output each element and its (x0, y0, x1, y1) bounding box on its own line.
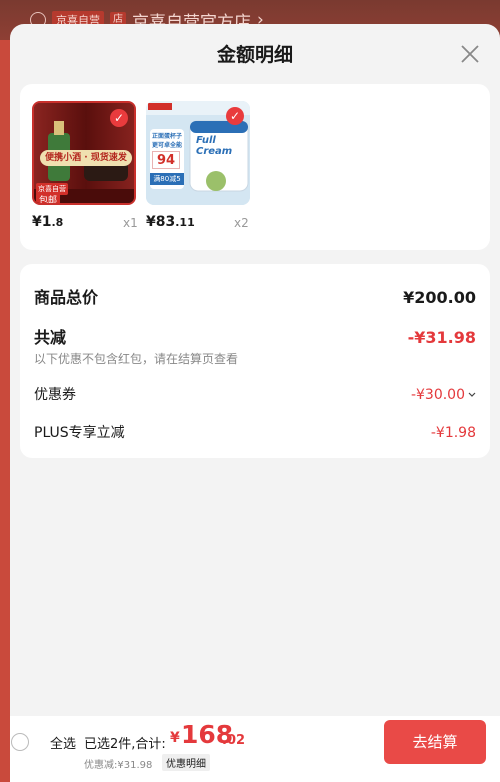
plus-row: PLUS专享立减 -¥1.98 (34, 422, 476, 442)
checkout-button[interactable]: 去结算 (384, 720, 486, 764)
brand-text: Full Cream (196, 135, 233, 157)
product-thumbnail[interactable]: 便携小酒 · 现货速发 京喜自营 包邮 ✓ (32, 101, 136, 205)
select-all-label[interactable]: 全选 (50, 733, 76, 752)
reduce-row: 共减 -¥31.98 (34, 324, 476, 348)
checked-icon[interactable]: ✓ (110, 109, 128, 127)
coupon-label: 优惠券 (34, 387, 76, 403)
promo-banner: 便携小酒 · 现货速发 (40, 150, 132, 166)
amount-detail-sheet: 金额明细 便携小酒 · 现货速发 京喜自营 包邮 ✓ ¥1.8 x1 正面蛋杯子… (10, 24, 500, 782)
discount-text: 优惠减:¥31.98 (84, 760, 153, 771)
chevron-down-icon (468, 392, 476, 397)
plus-label: PLUS专享立减 (34, 425, 125, 441)
product-quantity: x1 (123, 216, 138, 230)
summary-card: 商品总价 ¥200.00 共减 -¥31.98 以下优惠不包含红包，请在结算页查… (20, 264, 490, 458)
product-price: ¥83.11 (146, 214, 195, 230)
total-decimal: .02 (222, 733, 246, 748)
total-currency: ¥ (170, 730, 180, 746)
promo-caption: 正面蛋杯子 更可卓全能 (151, 133, 182, 149)
product-thumbnail[interactable]: 正面蛋杯子 更可卓全能 94 满80减5 Full Cream ✓ (146, 101, 250, 205)
coupon-value-group: -¥30.00 (411, 387, 476, 403)
select-all-radio[interactable] (11, 733, 29, 751)
coupon-value: -¥30.00 (410, 387, 465, 403)
products-card: 便携小酒 · 现货速发 京喜自营 包邮 ✓ ¥1.8 x1 正面蛋杯子 更可卓全能… (20, 84, 490, 250)
selected-info: 已选2件,合计: (84, 737, 166, 752)
product-quantity: x2 (234, 216, 249, 230)
sheet-title: 金额明细 (216, 44, 293, 66)
promo-number: 94 (152, 151, 180, 169)
checkout-bar: 全选 已选2件,合计: ¥ 168 .02 优惠减:¥31.98 优惠明细 去结… (10, 716, 500, 782)
total-value: ¥200.00 (403, 288, 476, 307)
reduce-note: 以下优惠不包含红包，请在结算页查看 (34, 352, 239, 366)
total-row: 商品总价 ¥200.00 (34, 284, 476, 308)
product-price: ¥1.8 (32, 214, 64, 230)
checked-icon[interactable]: ✓ (226, 107, 244, 125)
reduce-value: -¥31.98 (407, 328, 476, 347)
total-label: 商品总价 (34, 288, 99, 307)
reduce-label: 共减 (34, 328, 67, 347)
promo-badge: 满80减5 (150, 173, 184, 185)
detail-toggle[interactable]: 优惠明细 (162, 754, 210, 771)
plus-value: -¥1.98 (430, 425, 476, 441)
close-icon[interactable] (458, 42, 482, 66)
free-shipping-tag: 包邮 (36, 193, 61, 203)
sheet-header: 金额明细 (10, 24, 500, 82)
coupon-row[interactable]: 优惠券 -¥30.00 (34, 384, 476, 404)
